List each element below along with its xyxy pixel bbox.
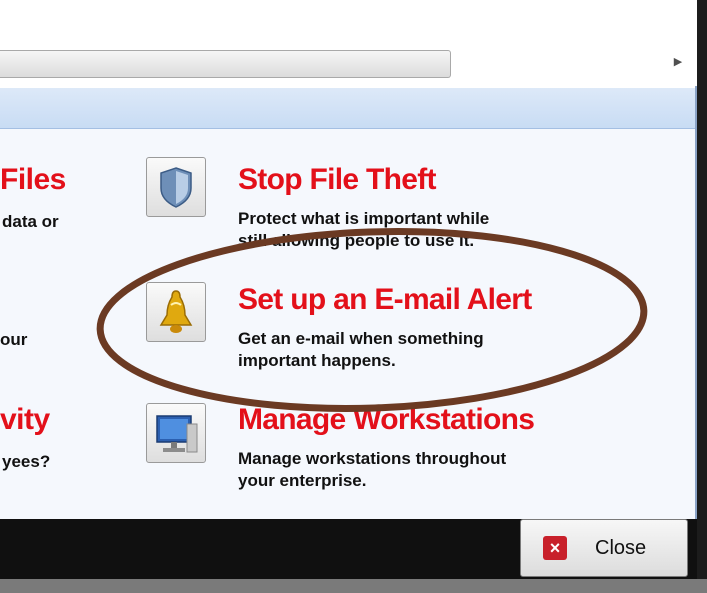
close-label: Close [595,536,647,559]
close-button[interactable]: × Close [520,519,688,577]
footer-edge [0,579,707,593]
annotation-ellipse [96,228,648,412]
close-icon: × [543,536,567,560]
